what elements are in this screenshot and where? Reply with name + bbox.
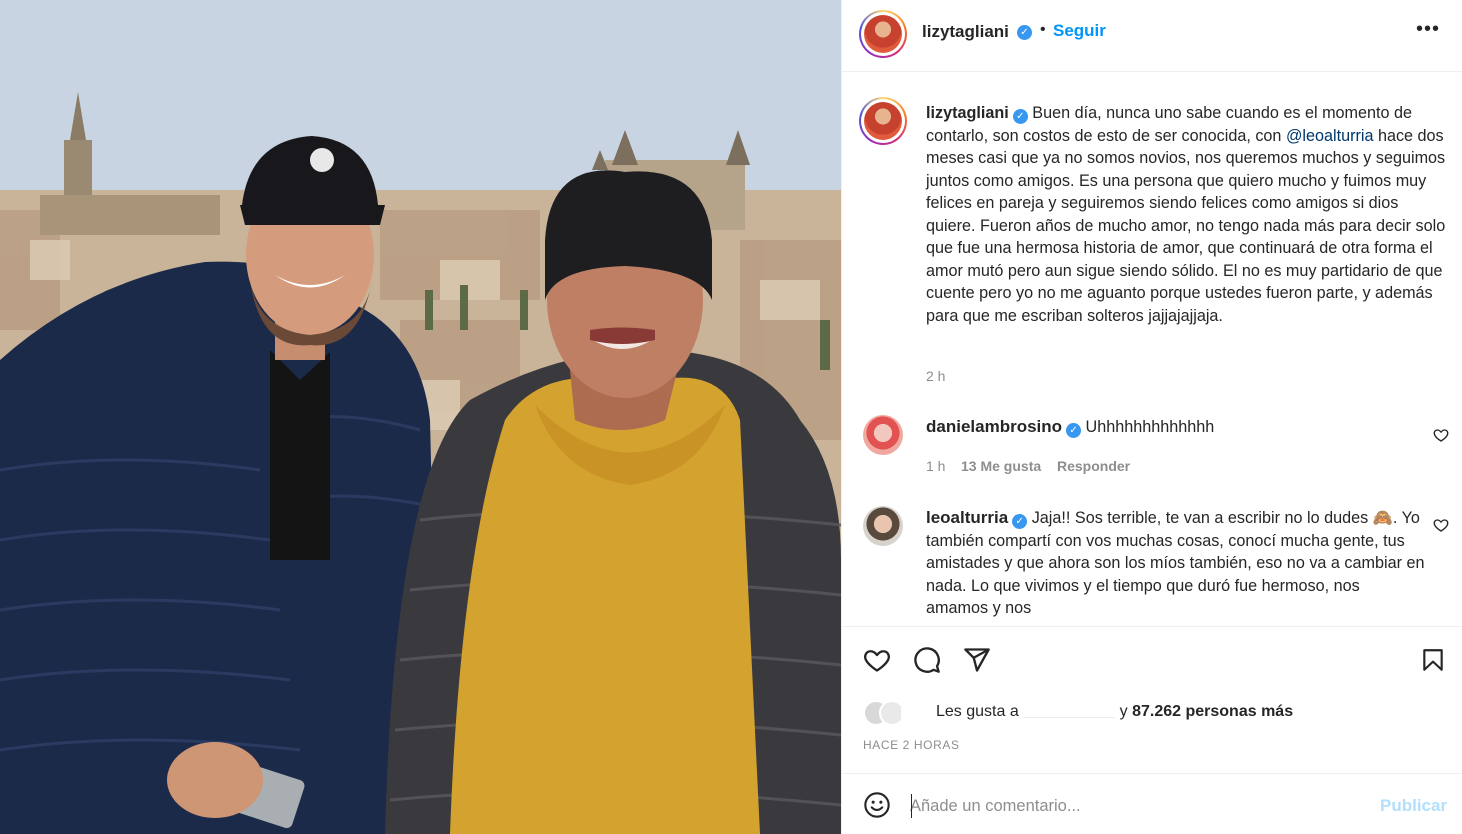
likes-prefix: Les gusta a xyxy=(936,703,1019,720)
comment-reply-button[interactable]: Responder xyxy=(1057,458,1130,474)
commenter-avatar[interactable] xyxy=(863,415,903,455)
likes-summary[interactable]: Les gusta a y 87.262 personas más xyxy=(936,703,1293,721)
post-side-panel: lizytagliani ✓ • Seguir ••• lizytagliani… xyxy=(841,0,1462,834)
comment-username[interactable]: leoalturria xyxy=(926,508,1008,527)
share-paper-plane-icon[interactable] xyxy=(962,646,992,674)
more-horizontal-icon[interactable]: ••• xyxy=(1416,18,1440,41)
see-no-evil-monkey-emoji: 🙈 xyxy=(1372,509,1393,527)
caption-username[interactable]: lizytagliani xyxy=(926,104,1009,122)
comments-feed[interactable]: lizytagliani ✓ Buen día, nunca uno sabe c… xyxy=(842,72,1462,626)
emoji-smiley-icon[interactable] xyxy=(863,791,891,819)
comment-text: Jaja!! Sos terrible, te van a escribir n… xyxy=(1031,509,1369,527)
comment: leoalturria ✓ Jaja!! Sos terrible, te van… xyxy=(926,507,1426,620)
separator-dot: • xyxy=(1040,21,1046,38)
post-timestamp[interactable]: HACE 2 HORAS xyxy=(863,738,960,752)
caption-time[interactable]: 2 h xyxy=(926,368,945,384)
post-photo[interactable] xyxy=(0,0,841,834)
follow-button[interactable]: Seguir xyxy=(1053,21,1106,41)
caption-mention-link[interactable]: @leoalturria xyxy=(1286,127,1374,145)
caption-text-rest: hace dos meses casi que ya no somos novi… xyxy=(926,126,1446,325)
author-avatar[interactable] xyxy=(859,10,907,58)
author-username[interactable]: lizytagliani xyxy=(922,22,1009,42)
verified-badge-icon: ✓ xyxy=(1066,423,1082,438)
post-header: lizytagliani ✓ • Seguir ••• xyxy=(842,0,1462,72)
verified-badge-icon: ✓ xyxy=(1017,25,1032,40)
comment-like-heart-icon[interactable] xyxy=(1433,517,1449,533)
comment-input[interactable] xyxy=(910,792,1350,820)
verified-badge-icon: ✓ xyxy=(1012,514,1028,529)
commenter-avatar[interactable] xyxy=(863,506,903,546)
add-comment-bar: Publicar xyxy=(842,773,1462,834)
comment-time[interactable]: 1 h xyxy=(926,458,945,474)
like-heart-icon[interactable] xyxy=(862,646,892,674)
text-caret xyxy=(911,794,912,818)
comment-username[interactable]: danielambrosino xyxy=(926,417,1062,436)
comment-likes-count[interactable]: 13 Me gusta xyxy=(961,458,1041,474)
liked-by-avatars[interactable] xyxy=(863,700,933,726)
likes-count[interactable]: 87.262 personas más xyxy=(1132,703,1293,720)
verified-badge-icon: ✓ xyxy=(1012,109,1028,124)
publish-button[interactable]: Publicar xyxy=(1380,796,1447,816)
post-caption: lizytagliani ✓ Buen día, nunca uno sabe c… xyxy=(926,102,1448,327)
post-actions-bar: Les gusta a y 87.262 personas más HACE 2… xyxy=(842,626,1462,773)
caption-author-avatar[interactable] xyxy=(859,97,907,145)
comment-like-heart-icon[interactable] xyxy=(1433,427,1449,443)
comment: danielambrosino ✓ Uhhhhhhhhhhhhh xyxy=(926,416,1426,439)
comment-text: Uhhhhhhhhhhhhh xyxy=(1085,418,1215,436)
likes-conjunction: y xyxy=(1119,703,1128,720)
post-photo-illustration xyxy=(0,0,841,834)
comment-bubble-icon[interactable] xyxy=(912,646,942,674)
liked-by-username-redacted[interactable] xyxy=(1023,704,1116,718)
save-bookmark-icon[interactable] xyxy=(1420,646,1446,674)
